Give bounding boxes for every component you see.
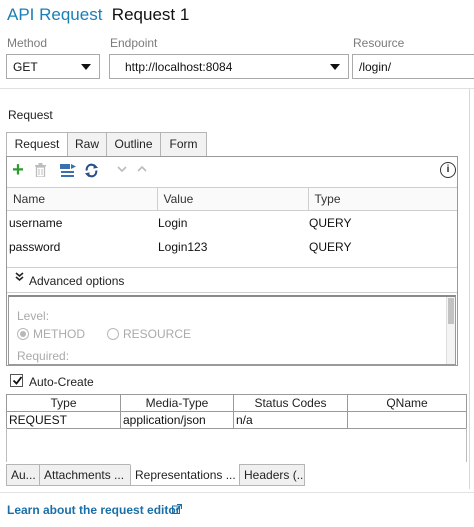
endpoint-value: http://localhost:8084 (125, 60, 233, 74)
method-select[interactable]: GET (6, 54, 100, 79)
column-header-value[interactable]: Value (157, 187, 309, 211)
radio-method-label: METHOD (33, 327, 85, 341)
tab-raw[interactable]: Raw (67, 132, 107, 157)
representations-table: Type Media-Type Status Codes QName REQUE… (6, 394, 467, 429)
request-params-panel: + i Name Value Type username Login QUERY… (6, 156, 458, 366)
double-chevron-down-icon (15, 272, 24, 285)
table-row[interactable]: password Login123 QUERY (7, 235, 457, 259)
params-toolbar: + i (7, 157, 457, 185)
request-section-label: Request (8, 108, 53, 122)
chevron-up-icon[interactable] (134, 163, 150, 179)
auto-create-label: Auto-Create (29, 375, 94, 389)
rep-qname-cell[interactable] (347, 411, 467, 429)
column-header-type[interactable]: Type (6, 394, 121, 412)
resource-label: Resource (353, 36, 405, 50)
plus-icon[interactable]: + (10, 160, 26, 180)
param-type-cell[interactable]: QUERY (308, 235, 457, 259)
advanced-options-toggle[interactable]: Advanced options (7, 267, 457, 293)
tab-headers[interactable]: Headers (... (239, 464, 305, 486)
method-label: Method (7, 36, 48, 50)
param-name-cell[interactable]: username (7, 211, 157, 235)
column-header-status-codes[interactable]: Status Codes (233, 394, 348, 412)
param-type-cell[interactable]: QUERY (308, 211, 457, 235)
url-params-icon[interactable] (60, 163, 76, 179)
footer-divider (0, 492, 474, 493)
param-value-cell[interactable]: Login123 (157, 235, 308, 259)
method-value: GET (13, 60, 38, 74)
rep-type-cell[interactable]: REQUEST (6, 411, 121, 429)
table-row[interactable]: REQUEST application/json n/a (6, 411, 467, 429)
advanced-options-panel: Level: METHOD RESOURCE Required: (8, 295, 456, 365)
header-divider (0, 88, 474, 89)
advanced-options-label: Advanced options (29, 274, 125, 288)
level-label: Level: (17, 309, 50, 323)
external-link-icon[interactable] (172, 504, 182, 517)
column-header-media-type[interactable]: Media-Type (120, 394, 234, 412)
column-header-type[interactable]: Type (308, 187, 457, 211)
resource-field[interactable]: /login/ (352, 54, 474, 79)
trash-icon[interactable] (32, 163, 48, 179)
scrollbar-thumb[interactable] (448, 298, 454, 324)
learn-link[interactable]: Learn about the request editor (7, 503, 180, 517)
params-table: Name Value Type username Login QUERY pas… (7, 187, 457, 259)
chevron-down-icon[interactable] (114, 163, 130, 179)
tab-attachments[interactable]: Attachments ... (39, 464, 131, 486)
resource-value: /login/ (359, 60, 392, 74)
title-bar: API Request Request 1 (7, 5, 189, 31)
radio-method[interactable] (17, 328, 29, 340)
panel-border (469, 89, 470, 489)
column-header-qname[interactable]: QName (347, 394, 467, 412)
dropdown-arrow-icon (330, 64, 340, 70)
dropdown-arrow-icon (81, 64, 91, 70)
param-value-cell[interactable]: Login (157, 211, 308, 235)
info-icon[interactable]: i (440, 162, 456, 178)
rep-status-codes-cell[interactable]: n/a (233, 411, 348, 429)
tab-representations[interactable]: Representations ... (130, 464, 240, 486)
advanced-scrollbar[interactable] (446, 297, 455, 364)
endpoint-label: Endpoint (110, 36, 158, 50)
radio-resource-label: RESOURCE (123, 327, 192, 341)
rep-media-type-cell[interactable]: application/json (120, 411, 234, 429)
table-row[interactable]: username Login QUERY (7, 211, 457, 235)
radio-resource[interactable] (107, 328, 119, 340)
request-name: Request 1 (111, 5, 190, 24)
tab-form[interactable]: Form (160, 132, 207, 157)
param-name-cell[interactable]: password (7, 235, 157, 259)
auto-create-checkbox[interactable] (10, 374, 23, 387)
app-title: API Request (7, 5, 103, 24)
column-header-name[interactable]: Name (7, 187, 158, 211)
endpoint-select[interactable]: http://localhost:8084 (109, 54, 349, 79)
representations-empty-area (6, 428, 467, 462)
tab-outline[interactable]: Outline (106, 132, 161, 157)
tab-request[interactable]: Request (6, 132, 68, 158)
required-label: Required: (17, 349, 70, 363)
sync-icon[interactable] (83, 163, 99, 179)
tab-auth[interactable]: Au... (6, 464, 40, 486)
